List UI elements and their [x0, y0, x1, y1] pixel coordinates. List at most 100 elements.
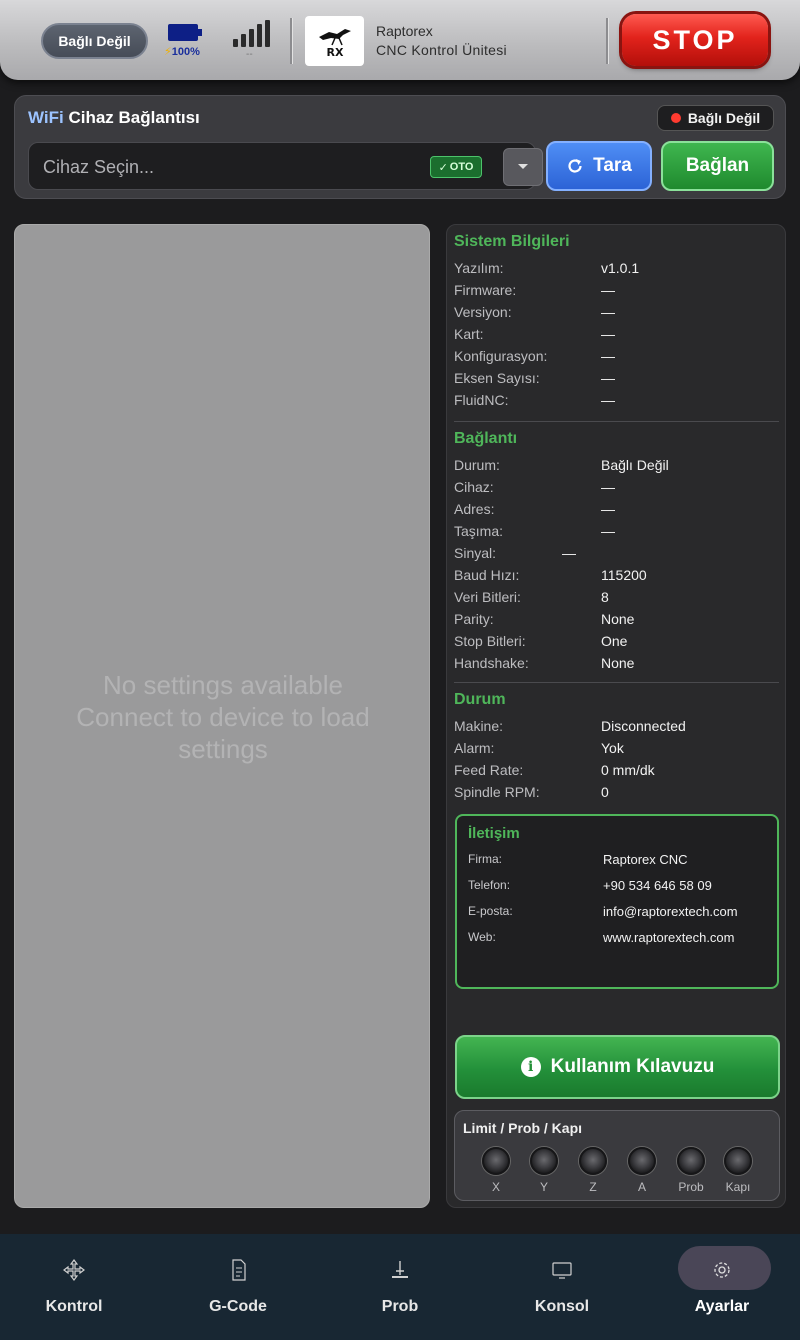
system-info-row-label: Kart:	[454, 326, 484, 342]
contact-row-value: www.raptorextech.com	[603, 930, 735, 945]
limit-indicator-label: Prob	[678, 1180, 704, 1194]
device-dropdown-button[interactable]	[503, 148, 543, 186]
system-info-row-value: —	[601, 348, 615, 364]
settings-panel: No settings available Connect to device …	[14, 224, 430, 1208]
connection-row-label: Cihaz:	[454, 479, 494, 495]
status-row-label: Makine:	[454, 718, 504, 734]
connection-row-value: 8	[601, 589, 609, 605]
limit-indicator-led	[482, 1147, 510, 1175]
bottom-nav: Kontrol G-Code Prob Konsol Ayarlar	[0, 1234, 800, 1340]
nav-label-konsol: Konsol	[534, 1298, 590, 1315]
nav-item-ayarlar[interactable]: Ayarlar	[644, 1234, 800, 1340]
brand-subtitle: CNC Kontrol Ünitesi	[376, 42, 507, 58]
info-icon: i	[520, 1057, 541, 1077]
connection-row-label: Handshake:	[454, 655, 529, 671]
status-row-label: Feed Rate:	[454, 762, 524, 778]
status-row-value: 0	[601, 784, 609, 800]
contact-title: İletişim	[468, 825, 520, 842]
system-info-title: Sistem Bilgileri	[454, 233, 570, 250]
contact-row-value: info@raptorextech.com	[603, 904, 738, 919]
nav-item-kontrol[interactable]: Kontrol	[0, 1234, 154, 1340]
system-info-panel: Sistem Bilgileri Yazılım: v1.0.1 Firmware:…	[446, 224, 786, 1208]
system-info-row-label: Firmware:	[454, 282, 517, 298]
connection-row-value: Bağlı Değil	[601, 457, 669, 473]
contact-row-label: Telefon:	[468, 878, 511, 892]
connection-row-value: —	[601, 523, 615, 539]
system-info-row-label: Yazılım:	[454, 260, 504, 276]
wifi-connection-panel: WiFi Cihaz Bağlantısı Bağlı Değil Cihaz …	[14, 95, 786, 199]
signal-strength-icon	[233, 20, 271, 47]
connection-row-value: One	[601, 633, 628, 649]
scan-button[interactable]: Tara	[546, 141, 652, 191]
connection-row-label: Veri Bitleri:	[454, 589, 521, 605]
nav-item-prob[interactable]: Prob	[320, 1234, 480, 1340]
contact-row-value: +90 534 646 58 09	[603, 878, 712, 893]
settings-empty-message: No settings available Connect to device …	[76, 670, 370, 764]
brand-logo: RX	[305, 16, 364, 66]
probe-icon	[392, 1261, 408, 1278]
system-info-row-value: —	[601, 282, 615, 298]
status-info-title: Durum	[454, 691, 506, 708]
connection-row-label: Baud Hızı:	[454, 567, 520, 583]
user-guide-button[interactable]: i Kullanım Kılavuzu	[455, 1035, 780, 1099]
nav-item-gcode[interactable]: G-Code	[158, 1234, 318, 1340]
connect-button[interactable]: Bağlan	[661, 141, 774, 191]
connection-row-value: —	[601, 479, 615, 495]
chevron-down-icon	[518, 164, 528, 169]
system-info-row-value: —	[601, 326, 615, 342]
nav-label-prob: Prob	[381, 1298, 419, 1315]
wifi-status-badge: Bağlı Değil	[657, 105, 774, 131]
header-divider	[290, 18, 292, 64]
system-info-row-value: —	[601, 392, 615, 408]
section-divider	[454, 421, 779, 422]
charging-bolt-icon: ⚡	[164, 46, 172, 58]
device-select[interactable]: Cihaz Seçin... ✓ OTO	[28, 142, 543, 190]
contact-row-label: Firma:	[468, 852, 502, 866]
console-icon	[552, 1262, 572, 1279]
connection-row-label: Sinyal:	[454, 545, 497, 561]
limit-indicator-led	[677, 1147, 705, 1175]
system-info-row-value: v1.0.1	[601, 260, 640, 276]
move-icon	[63, 1259, 85, 1281]
connection-row-value: 115200	[601, 567, 647, 583]
nav-label-ayarlar: Ayarlar	[694, 1298, 750, 1315]
check-icon: ✓	[438, 161, 448, 174]
status-row-label: Spindle RPM:	[454, 784, 540, 800]
settings-gear-icon	[714, 1262, 730, 1278]
limits-title: Limit / Prob / Kapı	[463, 1120, 583, 1136]
system-info-row-label: Eksen Sayısı:	[454, 370, 540, 386]
nav-item-konsol[interactable]: Konsol	[482, 1234, 642, 1340]
limit-probe-door-panel: Limit / Prob / Kapı X Y Z A Prob Kapı	[454, 1110, 780, 1201]
limit-indicator-led	[530, 1147, 558, 1175]
svg-text:RX: RX	[326, 46, 343, 59]
system-info-row-value: —	[601, 370, 615, 386]
emergency-stop-button[interactable]: STOP	[622, 14, 768, 66]
connection-row-label: Durum:	[454, 457, 500, 473]
connection-status-pill[interactable]: Bağlı Değil	[41, 23, 148, 59]
status-row-label: Alarm:	[454, 740, 495, 756]
system-info-row-label: FluidNC:	[454, 392, 509, 408]
auto-badge[interactable]: ✓ OTO	[430, 156, 482, 178]
limit-indicator-led	[579, 1147, 607, 1175]
system-info-row-value: —	[601, 304, 615, 320]
top-header: Bağlı Değil ⚡100% -- RX Raptorex CNC Kon…	[0, 0, 800, 80]
connection-row-value: None	[601, 611, 635, 627]
refresh-icon	[568, 159, 582, 173]
battery-icon	[168, 24, 202, 41]
wifi-panel-title: WiFi Cihaz Bağlantısı	[28, 108, 200, 127]
connection-row-label: Stop Bitleri:	[454, 633, 526, 649]
system-info-row-label: Versiyon:	[454, 304, 512, 320]
connection-row-label: Parity:	[454, 611, 494, 627]
limit-indicator-led	[628, 1147, 656, 1175]
connection-row-value: —	[562, 545, 576, 561]
connection-row-label: Taşıma:	[454, 523, 504, 539]
limit-indicator-label: Z	[589, 1180, 597, 1194]
header-divider	[606, 18, 608, 64]
nav-label-kontrol: Kontrol	[45, 1298, 103, 1315]
connection-info-title: Bağlantı	[454, 430, 518, 447]
signal-subtext: --	[246, 49, 253, 60]
status-dot-icon	[670, 113, 681, 123]
status-row-value: Disconnected	[601, 718, 686, 734]
connection-row-value: None	[601, 655, 635, 671]
gcode-file-icon	[232, 1259, 246, 1281]
